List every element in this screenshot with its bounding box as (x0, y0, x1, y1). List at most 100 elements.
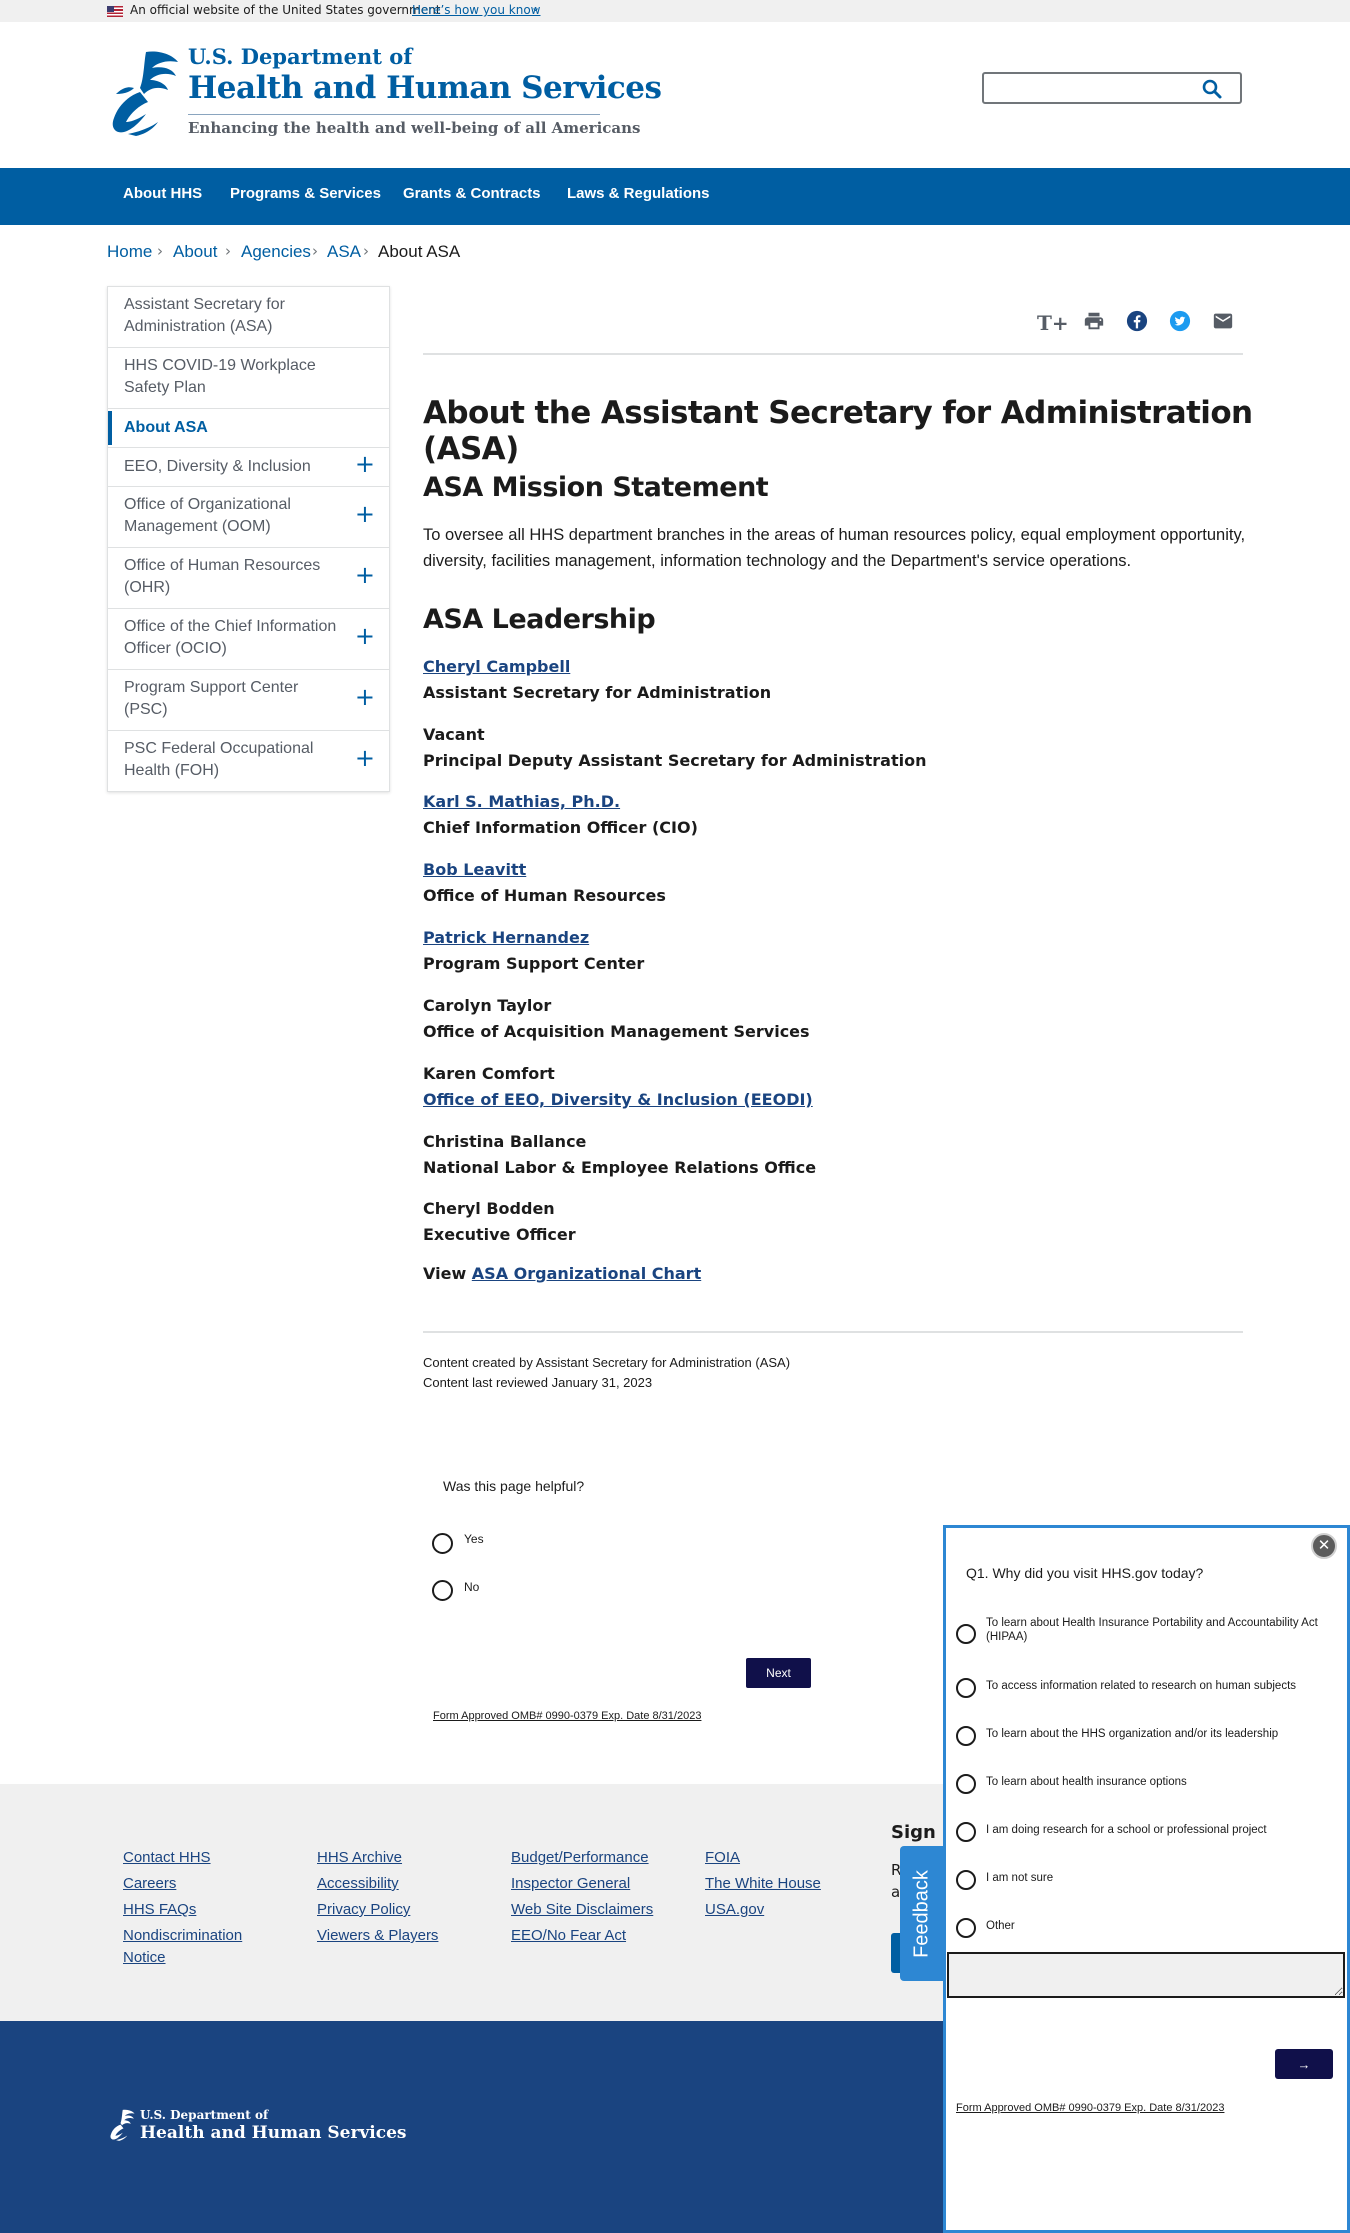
survey-omb-link[interactable]: Form Approved OMB# 0990-0379 Exp. Date 8… (956, 2102, 1224, 2114)
expand-plus-icon[interactable]: + (355, 561, 375, 589)
footer-link-foia[interactable]: FOIA (705, 1847, 740, 1869)
expand-plus-icon[interactable]: + (355, 622, 375, 650)
us-flag-icon (107, 6, 123, 17)
footer-link-careers[interactable]: Careers (123, 1873, 176, 1895)
chevron-down-icon[interactable]: ⌄ (531, 1, 540, 14)
footer-link-accessibility[interactable]: Accessibility (317, 1873, 399, 1895)
leader-title: Chief Information Officer (CIO) (423, 818, 698, 837)
sidenav-item-covid-plan[interactable]: HHS COVID-19 Workplace Safety Plan (108, 348, 389, 409)
footer-link-web-site-disclaimers[interactable]: Web Site Disclaimers (511, 1899, 653, 1921)
survey-next-button[interactable]: → (1275, 2049, 1333, 2079)
sidenav-item-label: About ASA (124, 419, 208, 436)
sidenav-item-label: Program Support Center (PSC) (124, 679, 299, 718)
main-nav: About HHS Programs & Services Grants & C… (0, 168, 1350, 225)
footer-link-viewers-players[interactable]: Viewers & Players (317, 1925, 438, 1947)
leader-name-link[interactable]: Karl S. Mathias, Ph.D. (423, 792, 620, 811)
leader-name-link[interactable]: Patrick Hernandez (423, 928, 589, 947)
footer-logo-agency-text: Health and Human Services (140, 2123, 407, 2143)
footer-link-privacy-policy[interactable]: Privacy Policy (317, 1899, 410, 1921)
survey-option-label: To access information related to researc… (986, 1680, 1297, 1692)
survey-option-radio[interactable] (956, 1624, 976, 1644)
breadcrumb-asa[interactable]: ASA (327, 242, 361, 262)
text-size-icon[interactable]: T+ (1037, 311, 1069, 335)
expand-plus-icon[interactable]: + (355, 683, 375, 711)
helpful-next-button[interactable]: Next (746, 1658, 811, 1688)
leader-name-link[interactable]: Cheryl Campbell (423, 657, 570, 676)
survey-option-radio[interactable] (956, 1822, 976, 1842)
logo-department-text: U.S. Department of (188, 44, 413, 69)
feedback-tab[interactable]: Feedback (900, 1846, 944, 1981)
helpful-no-radio[interactable] (432, 1580, 453, 1601)
nav-laws-regulations[interactable]: Laws & Regulations (567, 185, 710, 202)
logo-tagline: Enhancing the health and well-being of a… (188, 119, 641, 137)
breadcrumb-agencies[interactable]: Agencies (241, 242, 311, 262)
leader-name: Carolyn Taylor (423, 996, 552, 1015)
nav-programs-services[interactable]: Programs & Services (230, 185, 381, 202)
leader-entry: Bob Leavitt Office of Human Resources (423, 857, 666, 909)
search-icon[interactable] (1200, 77, 1224, 101)
footer-link-inspector-general[interactable]: Inspector General (511, 1873, 630, 1895)
expand-plus-icon[interactable]: + (355, 450, 375, 478)
survey-option-radio[interactable] (956, 1678, 976, 1698)
sidenav-item-label: Office of Human Resources (OHR) (124, 557, 321, 596)
sidenav-item-label: Office of the Chief Information Officer … (124, 618, 337, 657)
survey-option-radio[interactable] (956, 1726, 976, 1746)
sidenav-item-oom[interactable]: Office of Organizational Management (OOM… (108, 487, 389, 548)
footer-link-contact-hhs[interactable]: Contact HHS (123, 1847, 211, 1869)
heres-how-you-know-link[interactable]: Here’s how you know (412, 3, 541, 17)
breadcrumb-about[interactable]: About (173, 242, 217, 262)
footer-link-nondiscrimination[interactable]: Nondiscrimination Notice (123, 1925, 258, 1969)
breadcrumb-home[interactable]: Home (107, 242, 152, 262)
breadcrumb-separator: › (312, 242, 318, 260)
expand-plus-icon[interactable]: + (355, 500, 375, 528)
footer-link-eeo-no-fear[interactable]: EEO/No Fear Act (511, 1925, 626, 1947)
leader-title-link[interactable]: Office of EEO, Diversity & Inclusion (EE… (423, 1090, 813, 1109)
print-icon[interactable] (1083, 310, 1105, 332)
mission-text: To oversee all HHS department branches i… (423, 526, 1246, 570)
helpful-no-label: No (464, 1580, 480, 1594)
leader-title: National Labor & Employee Relations Offi… (423, 1158, 817, 1177)
breadcrumb-separator: › (157, 242, 163, 260)
gov-banner: An official website of the United States… (0, 0, 1350, 22)
survey-option-label: I am doing research for a school or prof… (986, 1824, 1267, 1836)
view-prefix: View (423, 1264, 467, 1283)
sidenav-item-ohr[interactable]: Office of Human Resources (OHR) + (108, 548, 389, 609)
sidenav-item-label: EEO, Diversity & Inclusion (124, 458, 311, 475)
breadcrumb-separator: › (225, 242, 231, 260)
leader-entry: Cheryl Campbell Assistant Secretary for … (423, 654, 771, 706)
close-icon[interactable]: ✕ (1311, 1533, 1337, 1559)
leader-name-link[interactable]: Bob Leavitt (423, 860, 526, 879)
footer-link-hhs-faqs[interactable]: HHS FAQs (123, 1899, 196, 1921)
footer-link-hhs-archive[interactable]: HHS Archive (317, 1847, 402, 1869)
facebook-icon[interactable] (1126, 310, 1148, 332)
sidenav-item-asa[interactable]: Assistant Secretary for Administration (… (108, 287, 389, 348)
survey-option-label: Other (986, 1920, 1015, 1932)
breadcrumb-current: About ASA (378, 242, 461, 261)
page-title: About the Assistant Secretary for Admini… (423, 395, 1253, 467)
nav-grants-contracts[interactable]: Grants & Contracts (403, 185, 541, 202)
footer-link-white-house[interactable]: The White House (705, 1873, 821, 1895)
helpful-omb-link[interactable]: Form Approved OMB# 0990-0379 Exp. Date 8… (433, 1710, 701, 1722)
org-chart-link[interactable]: ASA Organizational Chart (472, 1264, 701, 1283)
sidenav-item-foh[interactable]: PSC Federal Occupational Health (FOH) + (108, 731, 389, 792)
expand-plus-icon[interactable]: + (355, 744, 375, 772)
sidenav-item-eeo[interactable]: EEO, Diversity & Inclusion + (108, 448, 389, 487)
footer-link-usa-gov[interactable]: USA.gov (705, 1899, 764, 1921)
sidenav-item-about-asa[interactable]: About ASA (108, 409, 389, 448)
sidenav-item-label: HHS COVID-19 Workplace Safety Plan (124, 357, 316, 396)
helpful-yes-radio[interactable] (432, 1533, 453, 1554)
sidenav-item-label: PSC Federal Occupational Health (FOH) (124, 740, 314, 779)
logo-divider (188, 114, 600, 115)
survey-other-input[interactable] (947, 1952, 1345, 1998)
twitter-icon[interactable] (1169, 310, 1191, 332)
leader-entry: Vacant Principal Deputy Assistant Secret… (423, 722, 926, 774)
feedback-tab-label: Feedback (910, 1869, 933, 1958)
nav-about-hhs[interactable]: About HHS (123, 185, 202, 202)
survey-option-radio[interactable] (956, 1774, 976, 1794)
survey-option-radio[interactable] (956, 1870, 976, 1890)
email-icon[interactable] (1212, 310, 1234, 332)
survey-option-radio[interactable] (956, 1918, 976, 1938)
footer-link-budget-performance[interactable]: Budget/Performance (511, 1847, 649, 1869)
sidenav-item-ocio[interactable]: Office of the Chief Information Officer … (108, 609, 389, 670)
sidenav-item-psc[interactable]: Program Support Center (PSC) + (108, 670, 389, 731)
